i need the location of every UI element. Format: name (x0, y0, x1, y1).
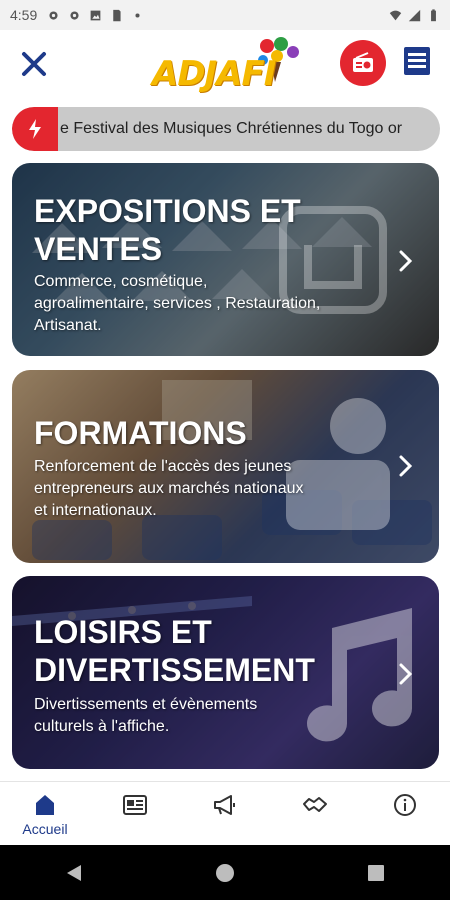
battery-icon (431, 8, 436, 21)
card-loisirs-divertissement[interactable]: LOISIRS ET DIVERTISSEMENT Divertissement… (12, 576, 439, 769)
menu-icon[interactable] (403, 46, 431, 76)
card-description: Divertissements et évènements culturels … (34, 694, 374, 738)
card-description-line: et internationaux. (34, 502, 157, 519)
radio-button[interactable] (340, 40, 386, 86)
card-description-line: agroalimentaire, services , Restauration… (34, 295, 321, 312)
app-header: ADJAFI (0, 30, 450, 100)
nav-item-news[interactable] (100, 782, 170, 846)
signal-icon (408, 9, 421, 21)
radio-icon (353, 52, 373, 72)
card-description: Commerce, cosmétique, agroalimentaire, s… (34, 271, 374, 337)
image-icon (90, 10, 101, 20)
card-title-line: FORMATIONS (34, 415, 247, 451)
adjafi-logo: ADJAFI (148, 36, 303, 96)
lightning-icon (29, 119, 41, 139)
info-icon (394, 794, 416, 816)
card-description-line: Commerce, cosmétique, (34, 273, 208, 290)
logo-text: ADJAFI (152, 54, 276, 94)
chevron-right-icon (399, 455, 413, 477)
home-icon (36, 795, 54, 815)
card-title: FORMATIONS (34, 414, 247, 452)
card-description-line: Artisanat. (34, 317, 102, 334)
home-circle-icon[interactable] (214, 862, 236, 884)
ticker-text: e Festival des Musiques Chrétiennes du T… (60, 120, 403, 137)
wifi-icon (389, 10, 402, 20)
card-description: Renforcement de l'accès des jeunes entre… (34, 456, 374, 522)
news-ticker[interactable]: e Festival des Musiques Chrétiennes du T… (12, 107, 440, 151)
chevron-right-icon (399, 663, 413, 685)
android-navigation-bar (0, 845, 450, 900)
card-description-line: Renforcement de l'accès des jeunes (34, 458, 292, 475)
card-title: LOISIRS ET DIVERTISSEMENT (34, 613, 315, 689)
nav-item-info[interactable] (370, 782, 440, 846)
bottom-navigation: Accueil (0, 781, 450, 845)
nav-item-accueil[interactable]: Accueil (10, 782, 80, 846)
card-title-line: VENTES (34, 231, 163, 267)
gear-icon (49, 10, 58, 20)
card-description-line: entrepreneurs aux marchés nationaux (34, 480, 304, 497)
megaphone-icon (214, 795, 235, 815)
handshake-icon (303, 797, 327, 812)
status-notification-icons (47, 9, 144, 22)
chevron-right-icon (399, 250, 413, 272)
status-bar: 4:59 (0, 0, 450, 30)
newspaper-icon (123, 795, 147, 815)
gear-icon (70, 10, 79, 20)
close-icon[interactable] (20, 50, 48, 78)
status-time: 4:59 (10, 7, 38, 23)
card-title-line: DIVERTISSEMENT (34, 652, 315, 688)
card-expositions-ventes[interactable]: EXPOSITIONS ET VENTES Commerce, cosmétiq… (12, 163, 439, 356)
card-formations[interactable]: FORMATIONS Renforcement de l'accès des j… (12, 370, 439, 563)
card-title-line: EXPOSITIONS ET (34, 193, 301, 229)
nav-item-announcements[interactable] (190, 782, 260, 846)
status-system-icons (389, 8, 440, 22)
recents-icon[interactable] (367, 864, 385, 882)
ticker-badge (12, 107, 58, 151)
back-icon[interactable] (65, 863, 83, 883)
card-description-line: Divertissements et évènements (34, 696, 258, 713)
card-title: EXPOSITIONS ET VENTES (34, 192, 301, 268)
nav-label: Accueil (22, 821, 68, 837)
card-description-line: culturels à l'affiche. (34, 718, 170, 735)
card-title-line: LOISIRS ET (34, 614, 212, 650)
dot-icon (135, 12, 140, 18)
nav-item-partners[interactable] (280, 782, 350, 846)
sd-card-icon (113, 9, 121, 21)
